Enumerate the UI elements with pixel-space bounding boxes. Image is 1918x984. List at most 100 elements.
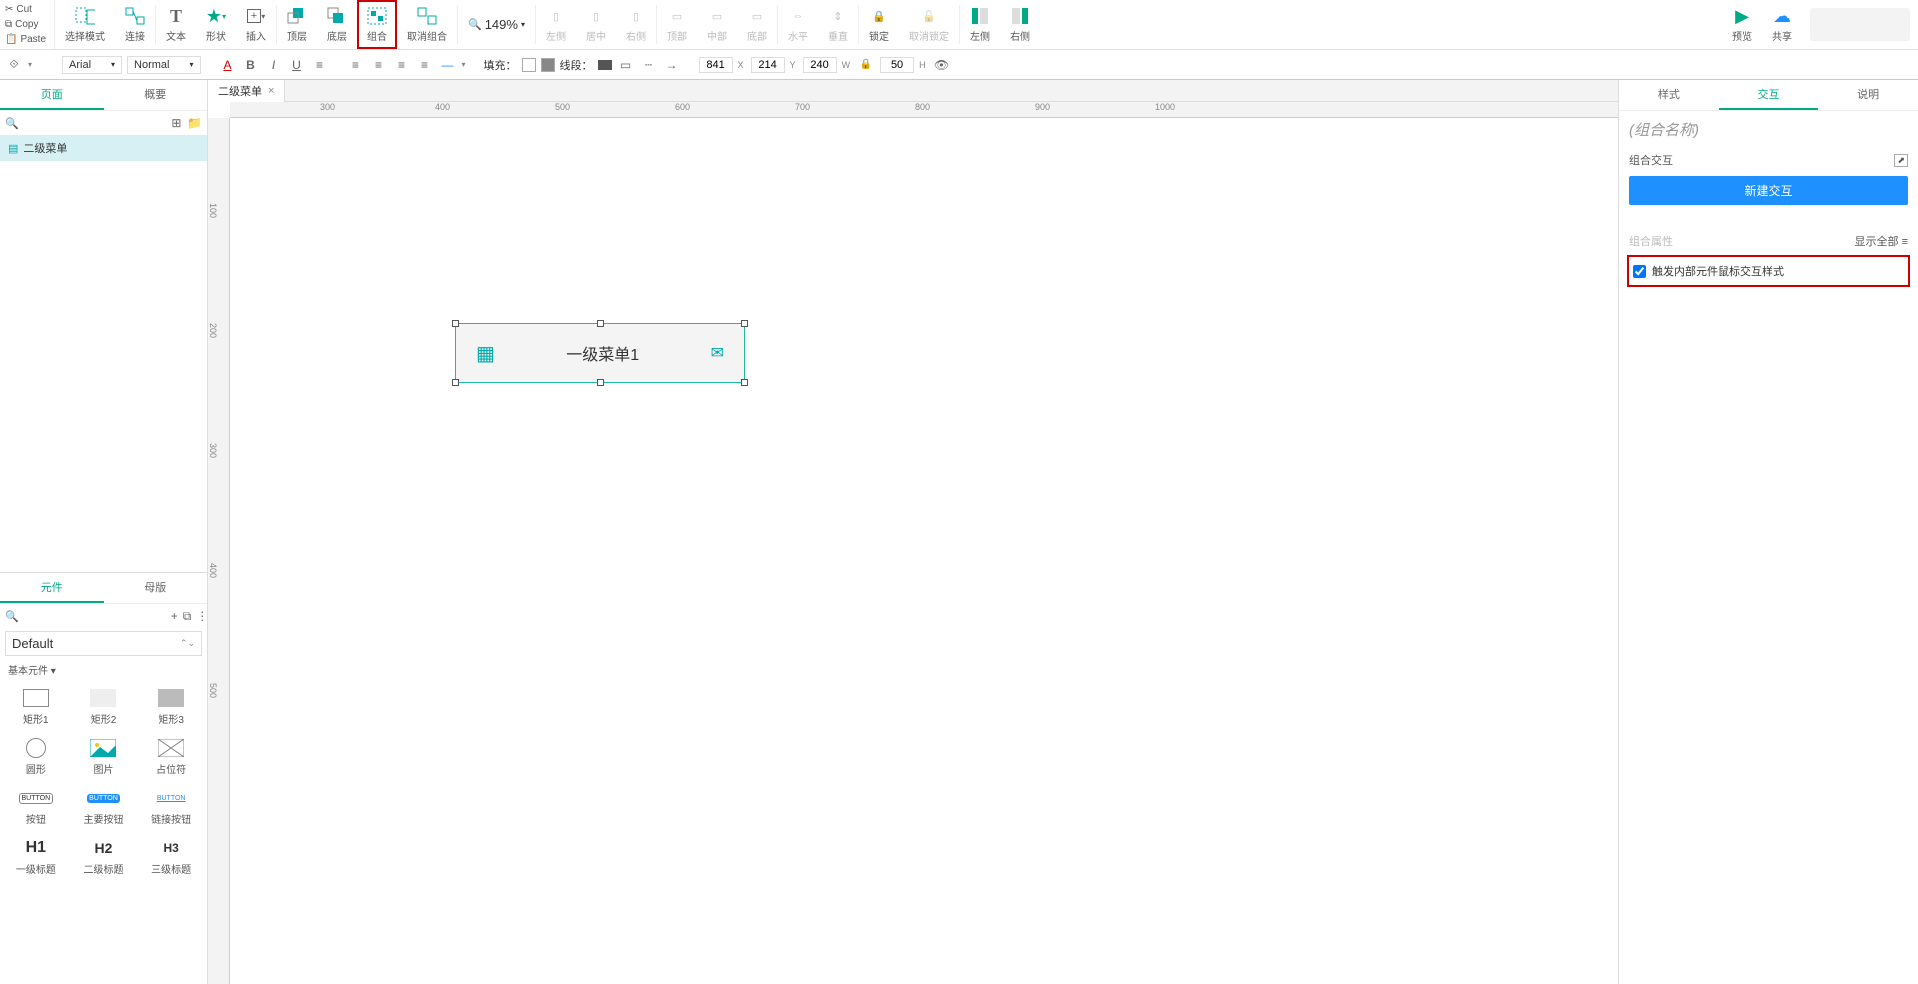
tab-style[interactable]: 样式 — [1619, 80, 1719, 110]
close-icon[interactable]: × — [268, 85, 274, 97]
library-dropdown[interactable]: Default⌃⌄ — [5, 631, 202, 656]
cut-button[interactable]: ✂Cut — [5, 4, 49, 15]
insert-button[interactable]: +▾插入 — [236, 0, 276, 49]
canvas-area: 二级菜单× 300 400 500 600 700 800 900 1000 1… — [208, 80, 1618, 984]
lock-button[interactable]: 🔒锁定 — [859, 0, 899, 49]
lock-aspect-icon[interactable]: 🔒 — [857, 56, 875, 74]
doc-tab[interactable]: 二级菜单× — [208, 80, 285, 102]
arrow-style-icon[interactable]: → — [663, 56, 681, 74]
lib-options-icon[interactable]: ⧉ — [183, 607, 192, 625]
add-folder-icon[interactable]: 📁 — [187, 114, 202, 132]
text-align-center-icon[interactable]: ≡ — [370, 56, 388, 74]
sidebar-right-button[interactable]: 右侧 — [1000, 0, 1040, 49]
shape-button[interactable]: ★▾形状 — [196, 0, 236, 49]
w-input[interactable] — [803, 57, 837, 73]
canvas[interactable]: ▦ 一级菜单1 ✉ — [230, 118, 1618, 984]
widget-rect2[interactable]: 矩形2 — [72, 684, 136, 730]
italic-icon[interactable]: I — [265, 56, 283, 74]
y-input[interactable] — [751, 57, 785, 73]
font-weight-dropdown[interactable]: Normal▾ — [127, 56, 200, 74]
paste-button[interactable]: 📋Paste — [5, 34, 49, 45]
align-bottom-button[interactable]: ▭底部 — [737, 0, 777, 49]
widget-h2[interactable]: H2二级标题 — [72, 834, 136, 880]
fill-more-icon[interactable] — [541, 58, 555, 72]
menu-item-mail-icon: ✉ — [711, 343, 724, 363]
sidebar-left-button[interactable]: 左侧 — [960, 0, 1000, 49]
fill-color-swatch[interactable] — [522, 58, 536, 72]
bullet-list-icon[interactable]: ≡ — [311, 56, 329, 74]
line-spacing-icon[interactable]: — — [439, 56, 457, 74]
unlock-button[interactable]: 🔓取消锁定 — [899, 0, 959, 49]
new-interaction-button[interactable]: 新建交互 — [1629, 176, 1908, 205]
line-color-swatch[interactable] — [598, 60, 612, 70]
group-name-field[interactable]: (组合名称) — [1619, 111, 1918, 148]
h-input[interactable] — [880, 57, 914, 73]
connect-button[interactable]: 连接 — [115, 0, 155, 49]
add-widget-icon[interactable]: + — [171, 607, 178, 625]
widget-circle[interactable]: 圆形 — [4, 734, 68, 780]
dist-h-button[interactable]: ⇔水平 — [778, 0, 818, 49]
tab-interactions[interactable]: 交互 — [1719, 80, 1819, 110]
main-area: 页面 概要 🔍 ⊞ 📁 ▤ 二级菜单 元件 母版 🔍 + ⧉ — [0, 80, 1918, 984]
share-button[interactable]: ☁共享 — [1762, 0, 1802, 49]
line-width-icon[interactable]: ▭ — [617, 56, 635, 74]
bold-icon[interactable]: B — [242, 56, 260, 74]
widget-h3[interactable]: H3三级标题 — [139, 834, 203, 880]
ruler-vertical: 100 200 300 400 500 — [208, 118, 230, 984]
more-icon[interactable]: ⋮ — [196, 607, 208, 625]
preview-button[interactable]: ▶预览 — [1722, 0, 1762, 49]
align-middle-button[interactable]: ▭中部 — [697, 0, 737, 49]
bring-front-button[interactable]: 顶层 — [277, 0, 317, 49]
panel-right-icon — [1010, 6, 1030, 26]
select-mode-button[interactable]: 选择模式 — [55, 0, 115, 49]
group-button[interactable]: 组合 — [357, 0, 397, 49]
text-align-right-icon[interactable]: ≡ — [393, 56, 411, 74]
widget-link-button[interactable]: BUTTON链接按钮 — [139, 784, 203, 830]
widget-placeholder[interactable]: 占位符 — [139, 734, 203, 780]
pages-search-input[interactable] — [24, 117, 166, 129]
widget-button[interactable]: BUTTON按钮 — [4, 784, 68, 830]
tab-pages[interactable]: 页面 — [0, 80, 104, 110]
add-page-icon[interactable]: ⊞ — [171, 114, 182, 132]
widget-rect1[interactable]: 矩形1 — [4, 684, 68, 730]
tab-outline[interactable]: 概要 — [104, 80, 208, 110]
font-family-dropdown[interactable]: Arial▾ — [62, 56, 122, 74]
dist-v-button[interactable]: ⇕垂直 — [818, 0, 858, 49]
widget-h1[interactable]: H1一级标题 — [4, 834, 68, 880]
widget-primary-button[interactable]: BUTTON主要按钮 — [72, 784, 136, 830]
connect-icon — [125, 6, 145, 26]
tab-masters[interactable]: 母版 — [104, 573, 208, 603]
copy-button[interactable]: ⧉Copy — [5, 19, 49, 30]
show-all-link[interactable]: 显示全部 — [1855, 236, 1899, 248]
ungroup-button[interactable]: 取消组合 — [397, 0, 457, 49]
widget-image[interactable]: 图片 — [72, 734, 136, 780]
expand-icon[interactable]: ⬈ — [1894, 154, 1908, 167]
x-input[interactable] — [699, 57, 733, 73]
text-align-left-icon[interactable]: ≡ — [347, 56, 365, 74]
underline-icon[interactable]: U — [288, 56, 306, 74]
paint-format-icon[interactable]: ⟐ — [5, 56, 23, 74]
selected-group[interactable]: ▦ 一级菜单1 ✉ — [455, 323, 745, 383]
align-top-button[interactable]: ▭顶部 — [657, 0, 697, 49]
text-color-icon[interactable]: A — [219, 56, 237, 74]
widget-rect3[interactable]: 矩形3 — [139, 684, 203, 730]
account-area[interactable] — [1810, 8, 1910, 41]
text-valign-icon[interactable]: ≡ — [416, 56, 434, 74]
send-back-button[interactable]: 底层 — [317, 0, 357, 49]
trigger-inner-mouse-styles-checkbox[interactable]: 触发内部元件鼠标交互样式 — [1633, 263, 1904, 279]
tab-widgets[interactable]: 元件 — [0, 573, 104, 603]
align-right-button[interactable]: ▯右侧 — [616, 0, 656, 49]
align-center-button[interactable]: ▯居中 — [576, 0, 616, 49]
widgets-search-input[interactable] — [24, 610, 166, 622]
widgets-panel: 元件 母版 🔍 + ⧉ ⋮ Default⌃⌄ 基本元件 ▾ 矩形1 矩形2 矩… — [0, 572, 207, 984]
text-button[interactable]: T文本 — [156, 0, 196, 49]
zoom-control[interactable]: 🔍149%▾ — [458, 0, 535, 49]
align-left-button[interactable]: ▯左侧 — [536, 0, 576, 49]
visibility-icon[interactable]: 👁 — [933, 56, 951, 74]
tab-notes[interactable]: 说明 — [1818, 80, 1918, 110]
widget-section-title[interactable]: 基本元件 ▾ — [0, 659, 207, 680]
menu-icon[interactable]: ≡ — [1902, 236, 1908, 248]
page-item[interactable]: ▤ 二级菜单 — [0, 135, 207, 161]
checkbox-input[interactable] — [1633, 265, 1646, 278]
line-style-icon[interactable]: ┄ — [640, 56, 658, 74]
